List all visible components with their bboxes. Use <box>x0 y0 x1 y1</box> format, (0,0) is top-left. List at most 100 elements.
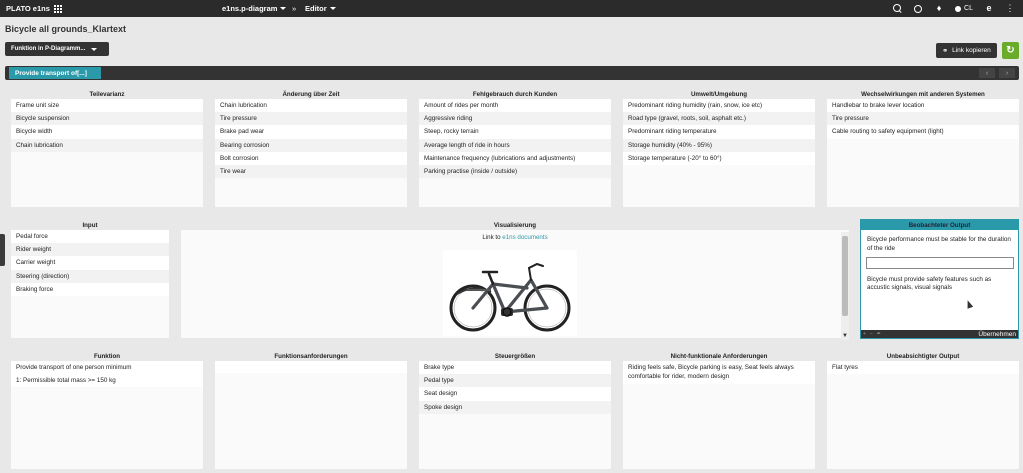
page-title: Bicycle all grounds_Klartext <box>5 24 127 34</box>
list-item[interactable]: Bolt corrosion <box>215 152 407 165</box>
list-item[interactable]: Storage humidity (40% - 95%) <box>623 138 815 152</box>
output-edit-input[interactable] <box>866 257 1014 269</box>
user-menu[interactable]: CL <box>955 5 973 12</box>
panel-title: Teilevarianz <box>11 89 203 99</box>
list-item[interactable]: Parking practise (inside / outside) <box>419 164 611 179</box>
e1ns-icon[interactable]: e <box>984 4 994 14</box>
apply-button[interactable]: Übernehmen <box>978 331 1016 338</box>
function-select-label: Funktion in P-Diagramm... <box>11 46 86 52</box>
list-item[interactable]: Spoke design <box>419 400 611 414</box>
panel-aenderung-ueber-zeit: Änderung über Zeit Chain lubrication Tir… <box>215 89 407 207</box>
list-item[interactable]: Seat design <box>419 387 611 400</box>
list-item[interactable]: Tire pressure <box>827 112 1019 126</box>
list-item[interactable]: Brake pad wear <box>215 125 407 138</box>
list-item[interactable]: Steering (direction) <box>11 269 169 283</box>
list-item[interactable]: Pedal type <box>419 374 611 388</box>
list-item[interactable]: Cable routing to safety equipment (light… <box>827 125 1019 138</box>
link-prefix: Link to <box>482 234 501 241</box>
scroll-thumb[interactable] <box>842 236 848 316</box>
list-item[interactable]: Pedal force <box>11 230 169 243</box>
tab-provide-transport[interactable]: Provide transport of[...] <box>9 67 101 79</box>
breadcrumb-separator: » <box>292 0 296 17</box>
refresh-button[interactable]: ↻ <box>1002 42 1019 59</box>
refresh-icon: ↻ <box>1006 45 1015 56</box>
list-item[interactable]: Storage temperature (-20° to 60°) <box>623 152 815 165</box>
panel-title: Umwelt/Umgebung <box>623 89 815 99</box>
list-item[interactable]: Carrier weight <box>11 256 169 269</box>
list: Brake type Pedal type Seat design Spoke … <box>419 361 611 414</box>
list-item[interactable]: Tire wear <box>215 164 407 179</box>
panel-steuergroessen: Steuergrößen Brake type Pedal type Seat … <box>419 351 611 469</box>
brand[interactable]: PLATO e1ns <box>0 4 62 13</box>
minus-icon[interactable]: − <box>870 331 873 337</box>
edit-icon[interactable]: ✒ <box>877 331 881 337</box>
list-item[interactable]: Riding feels safe, Bicycle parking is ea… <box>623 361 815 384</box>
panel-beobachteter-output: Beobachteter Output Bicycle performance … <box>860 219 1019 339</box>
tab-next-button[interactable]: › <box>999 68 1015 78</box>
panel-umwelt: Umwelt/Umgebung Predominant riding humid… <box>623 89 815 207</box>
clock-icon[interactable] <box>913 4 923 14</box>
vertical-scrollbar[interactable]: ▼ <box>841 232 849 340</box>
side-panel-handle[interactable] <box>0 234 5 266</box>
list-item[interactable]: Handlebar to brake lever location <box>827 99 1019 112</box>
panel-title: Funktionsanforderungen <box>215 351 407 361</box>
list-item[interactable]: Bearing corrosion <box>215 138 407 152</box>
copy-link-label: Link kopieren <box>952 47 991 54</box>
list: Chain lubrication Tire pressure Brake pa… <box>215 99 407 179</box>
panel-title: Wechselwirkungen mit anderen Systemen <box>827 89 1019 99</box>
list: Pedal force Rider weight Carrier weight … <box>11 230 169 296</box>
diagram-menu-label: e1ns.p-diagram <box>222 4 278 13</box>
list-item[interactable]: Predominant riding humidity (rain, snow,… <box>623 99 815 112</box>
chevron-down-icon[interactable]: ▼ <box>841 332 849 340</box>
list-item[interactable]: Frame unit size <box>11 99 203 112</box>
list-item[interactable]: Flat tyres <box>827 361 1019 375</box>
chevron-left-icon: ‹ <box>985 69 989 77</box>
user-icon <box>955 5 962 12</box>
documents-link[interactable]: e1ns documents <box>502 234 547 241</box>
tab-prev-button[interactable]: ‹ <box>979 68 995 78</box>
output-text-1[interactable]: Bicycle performance must be stable for t… <box>861 230 1018 253</box>
editor-menu[interactable]: Editor <box>305 0 336 17</box>
bicycle-image <box>443 250 577 336</box>
panel-title: Input <box>11 220 169 230</box>
list-item[interactable]: 1: Permissible total mass >= 150 kg <box>11 374 203 388</box>
panel-title: Unbeabsichtigter Output <box>827 351 1019 361</box>
list-item[interactable]: Tire pressure <box>215 112 407 126</box>
list-item[interactable]: Braking force <box>11 283 169 296</box>
list-item[interactable]: Steep, rocky terrain <box>419 125 611 138</box>
panel-input: Input Pedal force Rider weight Carrier w… <box>11 220 169 338</box>
copy-link-button[interactable]: ⚭ Link kopieren <box>936 43 997 58</box>
panel-teilevarianz: Teilevarianz Frame unit size Bicycle sus… <box>11 89 203 207</box>
list-item[interactable]: Brake type <box>419 361 611 374</box>
diagram-menu[interactable]: e1ns.p-diagram <box>222 0 287 17</box>
list: Amount of rides per month Aggressive rid… <box>419 99 611 179</box>
app-grid-icon[interactable] <box>53 4 62 13</box>
function-select[interactable]: Funktion in P-Diagramm... <box>5 42 109 56</box>
add-icon[interactable]: + <box>863 331 866 337</box>
list <box>215 361 407 373</box>
list-item[interactable]: Bicycle width <box>11 125 203 138</box>
list-item[interactable]: Chain lubrication <box>11 138 203 152</box>
list-item[interactable]: Bicycle suspension <box>11 112 203 126</box>
list-item[interactable]: Average length of ride in hours <box>419 138 611 152</box>
panel-title: Steuergrößen <box>419 351 611 361</box>
info-icon[interactable]: ⋮ <box>1005 4 1015 14</box>
search-icon[interactable] <box>893 4 902 13</box>
list-item[interactable]: Provide transport of one person minimum <box>11 361 203 375</box>
output-text-2[interactable]: Bicycle must provide safety features suc… <box>861 270 1018 293</box>
panel-unbeabsichtigter-output: Unbeabsichtigter Output Flat tyres <box>827 351 1019 469</box>
list-item[interactable]: Amount of rides per month <box>419 99 611 112</box>
list-item[interactable]: Maintenance frequency (lubrications and … <box>419 152 611 165</box>
list-item[interactable]: Predominant riding temperature <box>623 125 815 138</box>
bell-icon[interactable]: ♦ <box>934 4 944 14</box>
list-item[interactable]: Aggressive riding <box>419 112 611 126</box>
chevron-right-icon: › <box>1005 69 1009 77</box>
panel-title: Fehlgebrauch durch Kunden <box>419 89 611 99</box>
list-item[interactable]: Chain lubrication <box>215 99 407 112</box>
panel-title: Visualisierung <box>181 220 849 230</box>
list-item[interactable]: Road type (gravel, roots, soil, asphalt … <box>623 112 815 126</box>
list-item[interactable]: Rider weight <box>11 243 169 257</box>
panel-wechselwirkungen: Wechselwirkungen mit anderen Systemen Ha… <box>827 89 1019 207</box>
panel-title: Nicht-funktionale Anforderungen <box>623 351 815 361</box>
document-link-line: Link to e1ns documents <box>181 234 849 241</box>
